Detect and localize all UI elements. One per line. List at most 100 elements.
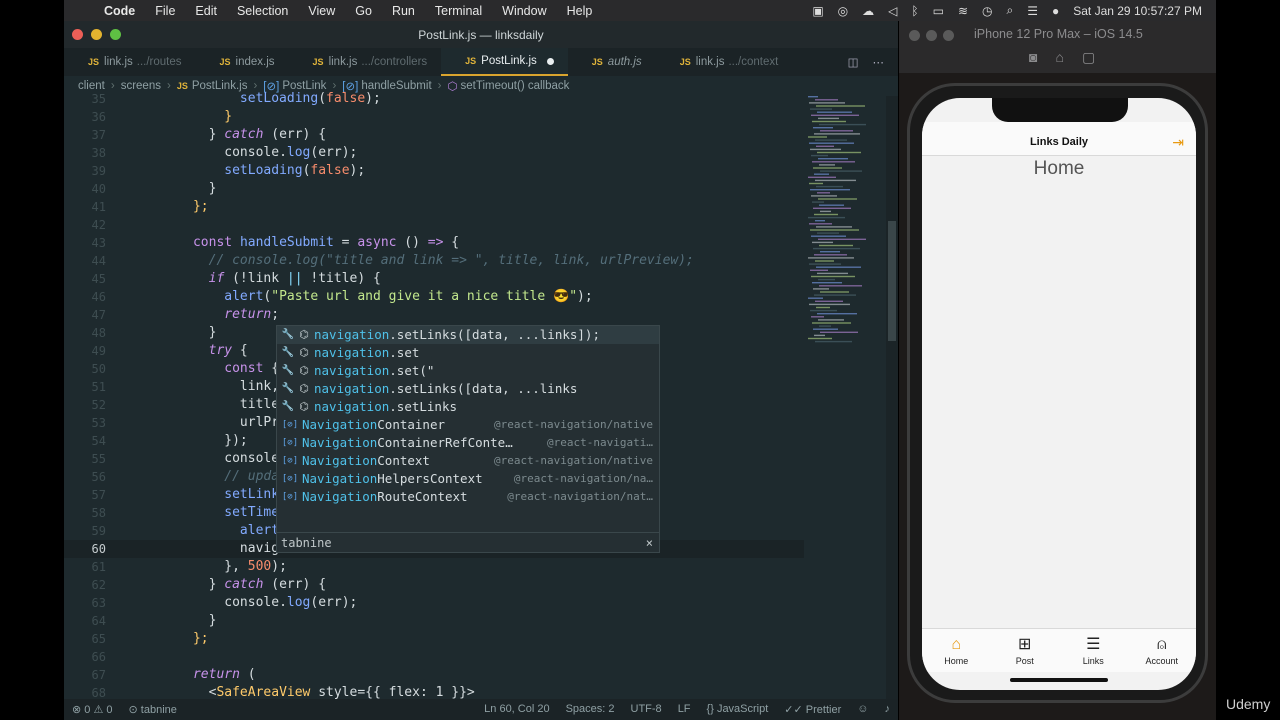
code-line[interactable]: 67 return ( [64,666,804,684]
suggestion-item[interactable]: [⊘] NavigationContainer @react-navigation/… [277,416,659,434]
code-line[interactable]: 36 } [64,108,804,126]
scrollbar-thumb[interactable] [888,221,896,341]
minimap-line [815,99,838,101]
volume-icon[interactable]: ◁ [888,4,897,18]
code-line[interactable]: 42 [64,216,804,234]
code-line[interactable]: 46 alert("Paste url and give it a nice t… [64,288,804,306]
rotate-icon[interactable]: ▢ [1082,49,1095,66]
minimap[interactable] [806,96,886,356]
prettier-status[interactable]: ✓✓ Prettier [776,703,849,716]
time-machine-icon[interactable]: ◷ [982,4,992,18]
suggestion-label: navigation.setLinks([data, ...links]); [314,326,600,344]
code-line[interactable]: 39 setLoading(false); [64,162,804,180]
tab-auth[interactable]: JS auth.js [568,48,656,76]
cloud-icon[interactable]: ☁ [862,4,874,18]
tab-index[interactable]: JS index.js [196,48,289,76]
code-line[interactable]: 62 } catch (err) { [64,576,804,594]
screenshot-icon[interactable]: ◙ [1029,49,1037,66]
code-line[interactable]: 65 }; [64,630,804,648]
menu-selection[interactable]: Selection [227,4,298,18]
tab-account[interactable]: ⍝ Account [1128,629,1197,672]
suggestion-item[interactable]: [⊘] NavigationContainerRefConte… @react-na… [277,434,659,452]
code-line[interactable]: 38 console.log(err); [64,144,804,162]
code-line[interactable]: 40 } [64,180,804,198]
indentation[interactable]: Spaces: 2 [558,703,623,716]
home-icon[interactable]: ⌂ [1055,49,1063,66]
suggestion-label: NavigationRouteContext [302,488,468,506]
menu-window[interactable]: Window [492,4,556,18]
tab-post[interactable]: ⊞ Post [991,629,1060,672]
code-token: } [224,109,233,124]
editor-scrollbar[interactable] [886,96,898,709]
bluetooth-icon[interactable]: ᛒ [911,4,918,18]
suggestion-item[interactable]: 🔧 ⌬ navigation.set [277,344,659,362]
tab-link-routes[interactable]: JS link.js .../routes [64,48,196,76]
menu-terminal[interactable]: Terminal [425,4,492,18]
code-token: ( [318,91,327,106]
more-actions-icon[interactable]: ⋯ [873,55,885,69]
menu-run[interactable]: Run [382,4,425,18]
zoom-window-button[interactable] [943,30,954,41]
search-icon[interactable]: ⌕ [1006,3,1013,18]
code-line[interactable]: 47 return; [64,306,804,324]
encoding[interactable]: UTF-8 [623,703,670,716]
control-center-icon[interactable]: ☰ [1027,4,1038,18]
battery-icon[interactable]: ▭ [933,4,944,18]
suggestion-item[interactable]: 🔧 ⌬ navigation.setLinks([data, ...links [277,380,659,398]
minimap-line [819,325,831,327]
code-line[interactable]: 37 } catch (err) { [64,126,804,144]
tab-home[interactable]: ⌂ Home [922,629,991,672]
unsaved-dot-icon[interactable] [546,57,554,65]
tab-links[interactable]: ☰ Links [1059,629,1128,672]
code-line[interactable]: 44 // console.log("title and link => ", … [64,252,804,270]
code-line[interactable]: 64 } [64,612,804,630]
close-icon[interactable]: × [646,536,659,550]
problems-indicator[interactable]: ⊗ 0 ⚠ 0 [64,703,121,716]
code-line[interactable]: 66 [64,648,804,666]
code-line[interactable]: 35 setLoading(false); [64,90,804,108]
suggestion-item[interactable]: 🔧 ⌬ navigation.set(" [277,362,659,380]
suggestion-item[interactable]: [⊘] NavigationHelpersContext @react-naviga… [277,470,659,488]
language-mode[interactable]: {} JavaScript [699,703,777,716]
menu-go[interactable]: Go [345,4,382,18]
logout-icon[interactable]: ⇥ [1172,134,1184,151]
menu-edit[interactable]: Edit [185,4,227,18]
suggestion-item[interactable]: [⊘] NavigationContext @react-navigation/na… [277,452,659,470]
code-line[interactable]: 61 }, 500); [64,558,804,576]
cursor-position[interactable]: Ln 60, Col 20 [476,703,557,716]
creative-cloud-icon[interactable]: ◎ [838,4,848,18]
code-line[interactable]: 45 if (!link || !title) { [64,270,804,288]
tab-postlink[interactable]: JS PostLink.js [441,48,568,76]
split-editor-icon[interactable]: ◫ [848,55,859,69]
autocomplete-popup: 🔧 ⌬ navigation.setLinks([data, ...links]);… [276,325,660,533]
line-endings[interactable]: LF [670,703,699,716]
autocomplete-footer: tabnine × [276,533,660,553]
menubar-clock[interactable]: Sat Jan 29 10:57:27 PM [1073,4,1202,18]
line-number: 38 [91,146,106,160]
code-token: handleSubmit [239,235,334,250]
code-line[interactable]: 41 }; [64,198,804,216]
minimize-window-button[interactable] [926,30,937,41]
line-number: 49 [91,344,106,358]
feedback-icon[interactable]: ☺ [849,703,876,716]
menu-file[interactable]: File [145,4,185,18]
code-line[interactable]: 43 const handleSubmit = async () => { [64,234,804,252]
menu-view[interactable]: View [298,4,345,18]
tab-link-context[interactable]: JS link.js .../context [656,48,793,76]
notifications-icon[interactable]: ♪ [877,703,899,716]
line-number: 66 [91,650,106,664]
camera-icon[interactable]: ▣ [812,4,823,18]
close-window-button[interactable] [909,30,920,41]
menu-app-name[interactable]: Code [94,4,145,18]
tabnine-status[interactable]: ⊙ tabnine [121,703,185,716]
wifi-icon[interactable]: ≋ [958,4,968,18]
suggestion-item[interactable]: 🔧 ⌬ navigation.setLinks([data, ...links]); [277,326,659,344]
menu-help[interactable]: Help [557,4,603,18]
tab-link-controllers[interactable]: JS link.js .../controllers [289,48,442,76]
suggestion-item[interactable]: 🔧 ⌬ navigation.setLinks [277,398,659,416]
code-line[interactable]: 63 console.log(err); [64,594,804,612]
suggestion-item[interactable]: [⊘] NavigationRouteContext @react-navigati… [277,488,659,506]
siri-icon[interactable]: ● [1052,4,1059,18]
